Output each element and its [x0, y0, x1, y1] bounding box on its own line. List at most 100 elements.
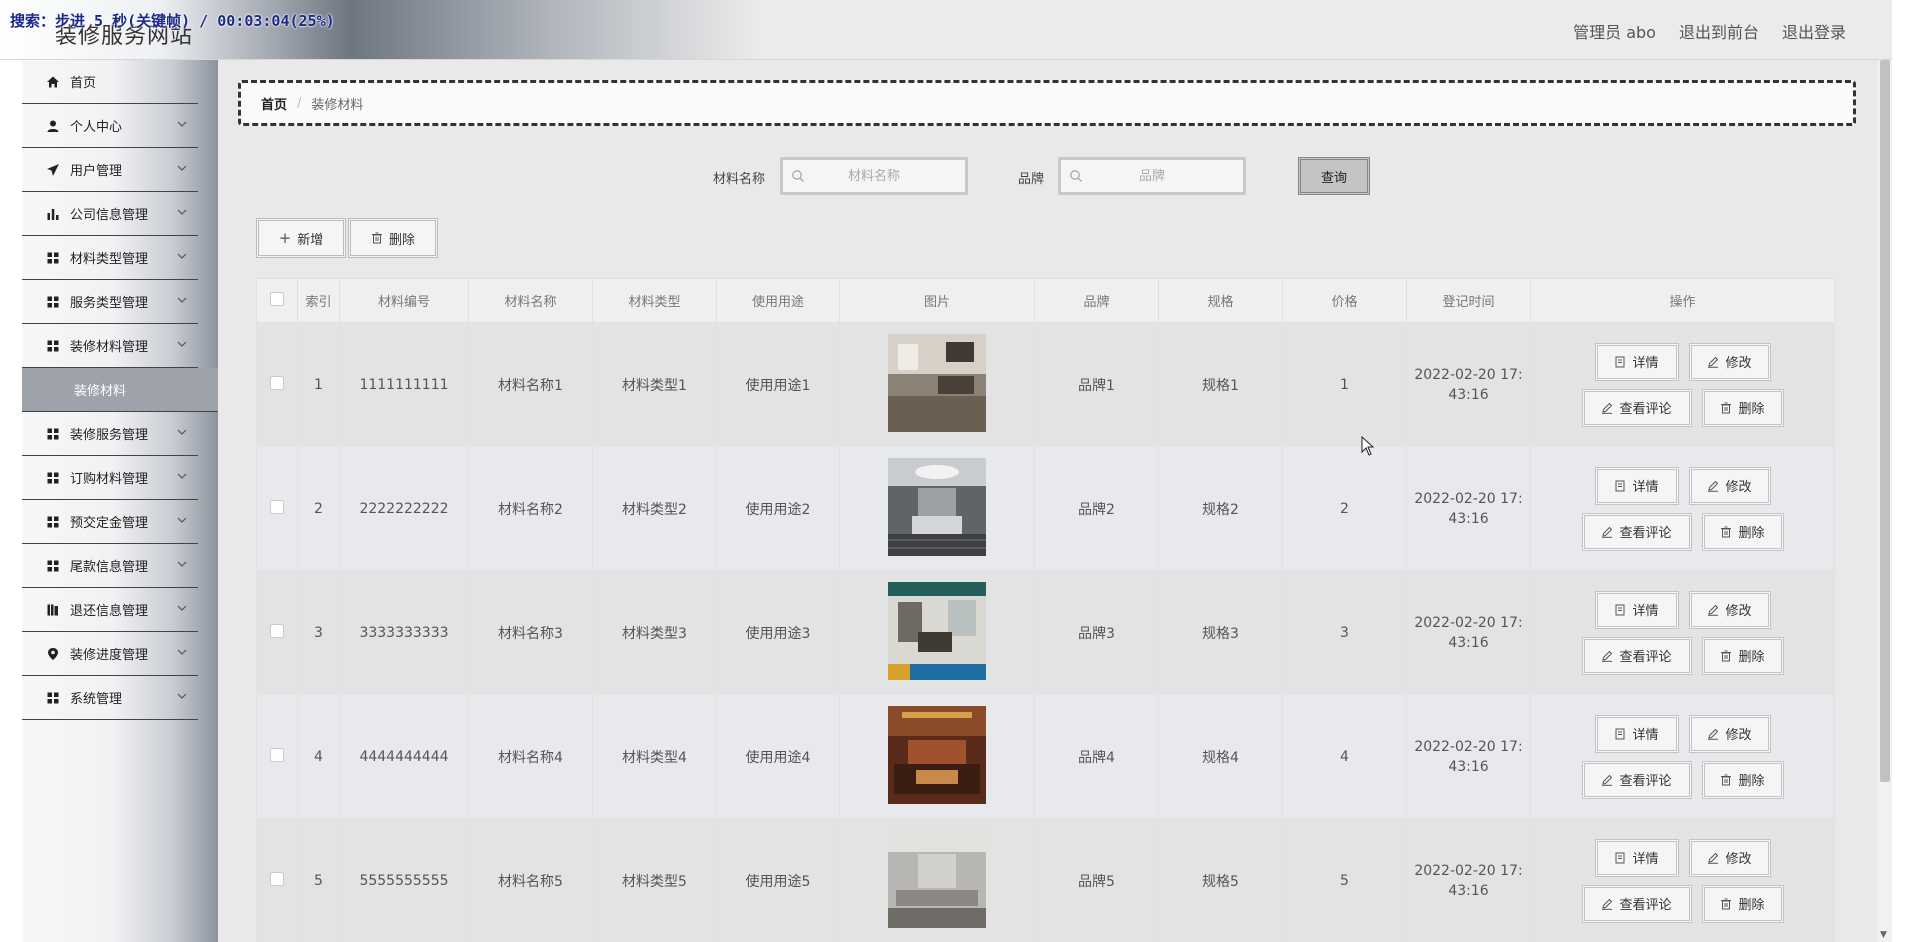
cell-index: 3 — [297, 570, 340, 695]
table-row: 5 5555555555 材料名称5 材料类型5 使用用途5 品牌5 规格5 5 2022-02… — [256, 818, 1835, 942]
header-type: 材料类型 — [592, 278, 717, 323]
edit-button[interactable]: 修改 — [1688, 342, 1771, 381]
time-date: 2022-02-20 17: — [1414, 490, 1523, 507]
edit-label: 修改 — [1725, 728, 1752, 743]
delete-button[interactable]: 删除 — [1701, 388, 1784, 427]
delete-button[interactable]: 删除 — [1701, 760, 1784, 799]
select-all-checkbox[interactable] — [270, 291, 284, 306]
breadcrumb-home[interactable]: 首页 — [261, 94, 287, 113]
sidebar-item[interactable]: 装修服务管理 — [22, 412, 198, 456]
exit-to-front-link[interactable]: 退出到前台 — [1679, 19, 1759, 43]
sidebar-item[interactable]: 订购材料管理 — [22, 456, 198, 500]
cell-usage: 使用用途4 — [716, 694, 840, 819]
row-select-cell[interactable] — [256, 818, 298, 942]
sidebar-item[interactable]: 材料类型管理 — [22, 236, 198, 280]
view-comments-button[interactable]: 查看评论 — [1581, 512, 1692, 551]
chevron-down-icon — [177, 165, 187, 171]
scroll-down-arrow-icon[interactable]: ▼ — [1880, 930, 1887, 940]
sidebar-item-label: 个人中心 — [70, 120, 123, 135]
edit-button[interactable]: 修改 — [1688, 714, 1771, 753]
material-name-field[interactable] — [780, 157, 968, 195]
header-select-all[interactable] — [256, 278, 298, 323]
time-date: 2022-02-20 17: — [1414, 366, 1523, 383]
row-checkbox[interactable] — [270, 499, 284, 514]
sidebar-item[interactable]: 用户管理 — [22, 148, 198, 192]
sidebar-item[interactable]: 首页 — [22, 60, 198, 104]
brand-field[interactable] — [1058, 157, 1246, 195]
add-button-label: 新增 — [297, 232, 324, 248]
row-select-cell[interactable] — [256, 322, 298, 447]
chevron-down-icon — [177, 561, 187, 567]
sidebar-item[interactable]: 装修进度管理 — [22, 632, 198, 676]
cell-time: 2022-02-20 17: 43:16 — [1406, 570, 1531, 695]
sidebar-item[interactable]: 公司信息管理 — [22, 192, 198, 236]
sidebar-item[interactable]: 个人中心 — [22, 104, 198, 148]
chevron-down-icon — [177, 605, 187, 611]
view-comments-button[interactable]: 查看评论 — [1581, 388, 1692, 427]
document-icon — [1615, 480, 1625, 491]
detail-button[interactable]: 详情 — [1594, 466, 1679, 505]
cell-brand: 品牌1 — [1034, 322, 1159, 447]
detail-label: 详情 — [1632, 728, 1659, 743]
mouse-cursor-icon — [1361, 436, 1375, 456]
vertical-scrollbar[interactable]: ▼ — [1878, 60, 1892, 942]
chevron-down-icon — [177, 297, 187, 303]
plus-icon: + — [278, 229, 292, 247]
edit-button[interactable]: 修改 — [1688, 590, 1771, 629]
brand-input[interactable] — [1061, 160, 1243, 192]
logout-link[interactable]: 退出登录 — [1782, 19, 1846, 43]
sidebar-item[interactable]: 尾款信息管理 — [22, 544, 198, 588]
edit-label: 修改 — [1725, 480, 1752, 495]
sidebar-item[interactable]: 服务类型管理 — [22, 280, 198, 324]
cell-price: 1 — [1282, 322, 1407, 447]
detail-button[interactable]: 详情 — [1594, 342, 1679, 381]
row-checkbox[interactable] — [270, 375, 284, 390]
detail-label: 详情 — [1632, 852, 1659, 867]
row-checkbox[interactable] — [270, 871, 284, 886]
edit-label: 修改 — [1725, 852, 1752, 867]
view-comments-button[interactable]: 查看评论 — [1581, 760, 1692, 799]
query-button[interactable]: 查询 — [1298, 157, 1370, 195]
row-select-cell[interactable] — [256, 694, 298, 819]
edit-button[interactable]: 修改 — [1688, 838, 1771, 877]
cell-actions: 详情 修改查看评论 删除 — [1530, 446, 1835, 571]
sidebar-item[interactable]: 装修材料管理 — [22, 324, 198, 368]
cell-code: 5555555555 — [339, 818, 469, 942]
send-icon — [46, 163, 60, 177]
row-select-cell[interactable] — [256, 446, 298, 571]
top-links: 管理员 abo 退出到前台 退出登录 — [1573, 19, 1846, 43]
sidebar-subitem-decoration-materials[interactable]: 装修材料 — [22, 368, 218, 412]
view-comments-button[interactable]: 查看评论 — [1581, 636, 1692, 675]
view-comments-button[interactable]: 查看评论 — [1581, 884, 1692, 923]
delete-button[interactable]: 删除 — [1701, 884, 1784, 923]
row-select-cell[interactable] — [256, 570, 298, 695]
material-name-input[interactable] — [783, 160, 965, 192]
sidebar-item-label: 材料类型管理 — [70, 252, 149, 267]
edit-icon — [1708, 728, 1719, 740]
add-button[interactable]: + 新增 — [256, 218, 346, 258]
detail-button[interactable]: 详情 — [1594, 838, 1679, 877]
grid-icon — [46, 339, 60, 353]
edit-label: 修改 — [1725, 356, 1752, 371]
row-checkbox[interactable] — [270, 747, 284, 762]
cell-image — [839, 570, 1035, 695]
detail-button[interactable]: 详情 — [1594, 590, 1679, 629]
sidebar-item[interactable]: 预交定金管理 — [22, 500, 198, 544]
sidebar-item-label: 预交定金管理 — [70, 516, 149, 531]
chevron-down-icon — [177, 253, 187, 259]
right-edge — [1892, 0, 1914, 942]
sidebar-item[interactable]: 退还信息管理 — [22, 588, 198, 632]
row-checkbox[interactable] — [270, 623, 284, 638]
sidebar-item[interactable]: 系统管理 — [22, 676, 198, 720]
delete-button[interactable]: 删除 — [1701, 636, 1784, 675]
left-edge — [0, 60, 22, 942]
admin-user-link[interactable]: 管理员 abo — [1573, 19, 1656, 43]
scrollbar-thumb[interactable] — [1880, 60, 1890, 782]
edit-button[interactable]: 修改 — [1688, 466, 1771, 505]
detail-button[interactable]: 详情 — [1594, 714, 1679, 753]
trash-icon — [371, 232, 382, 244]
delete-button[interactable]: 删除 — [1701, 512, 1784, 551]
chevron-down-icon — [177, 121, 187, 127]
cell-spec: 规格3 — [1158, 570, 1283, 695]
batch-delete-button[interactable]: 删除 — [348, 218, 438, 258]
